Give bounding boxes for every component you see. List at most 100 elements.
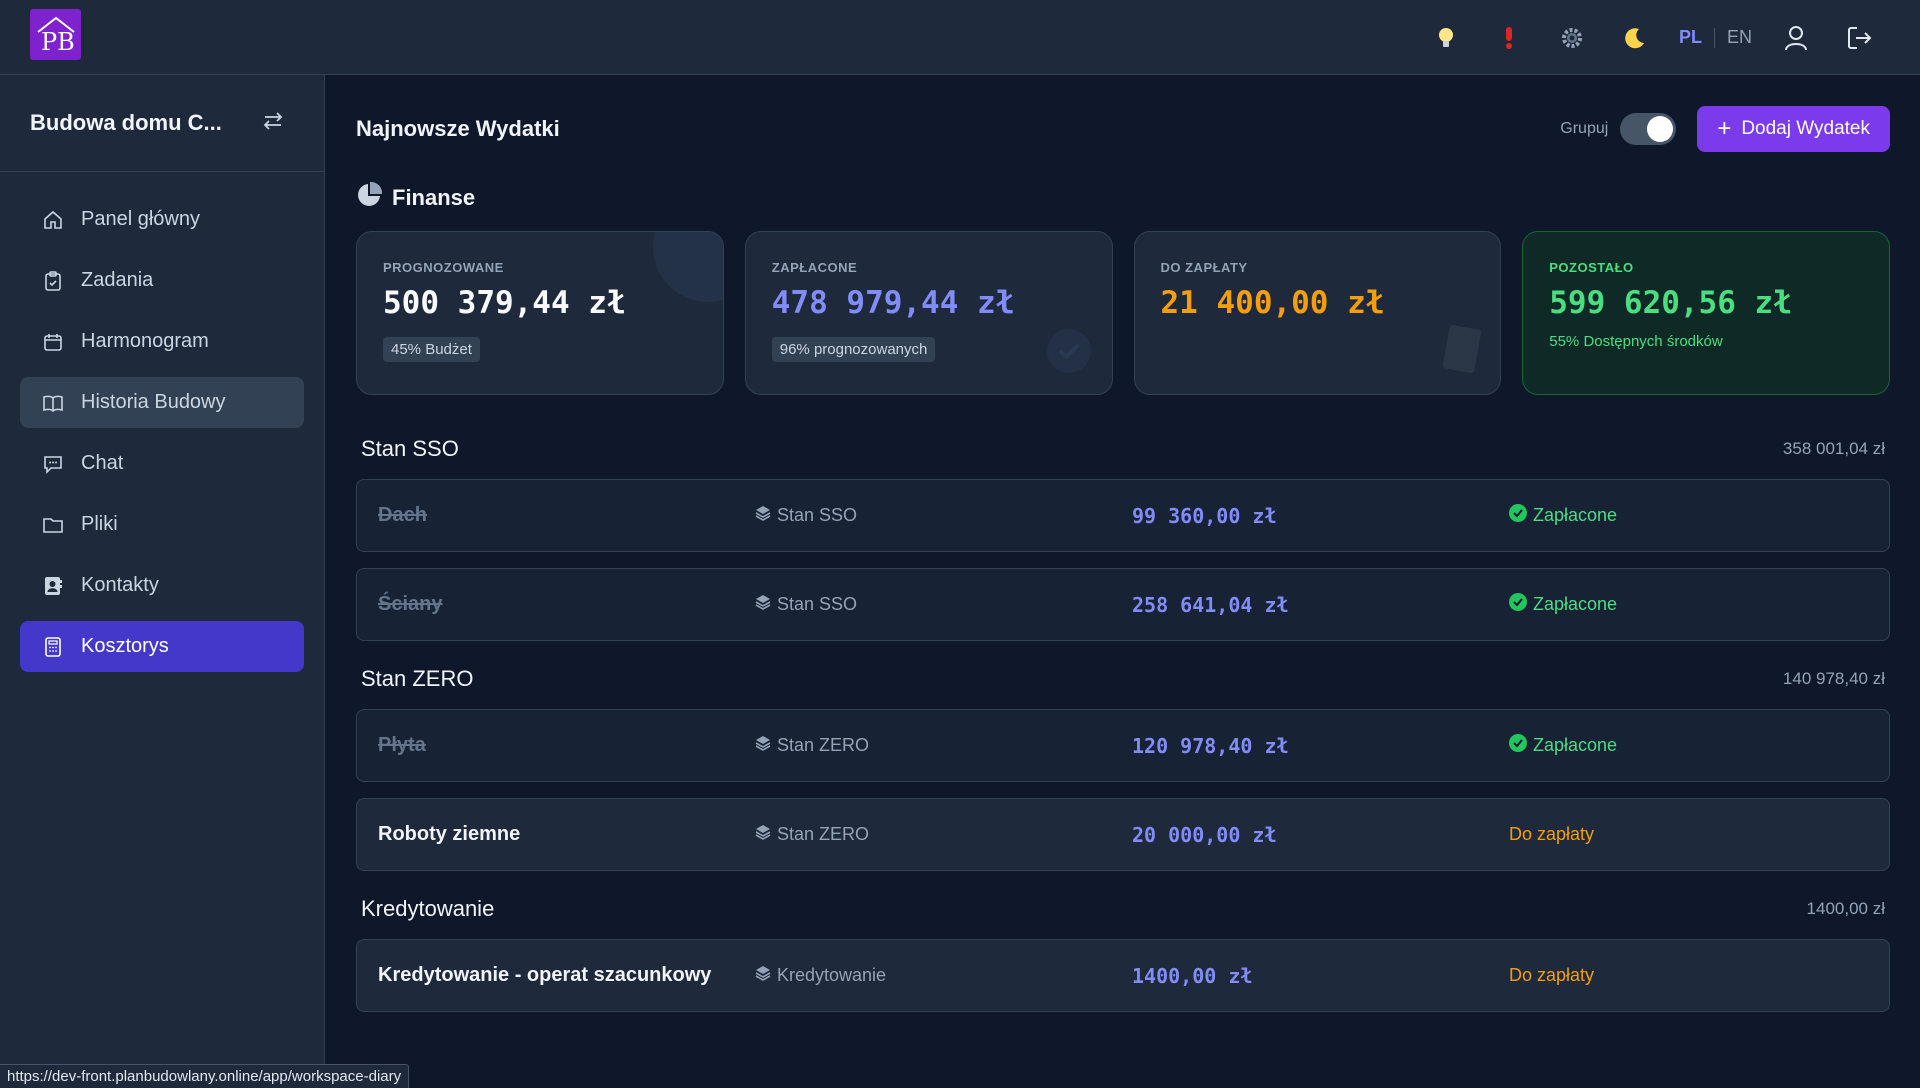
sidebar-item-panel-glowny[interactable]: Panel główny	[20, 194, 304, 245]
sidebar-item-label: Zadania	[81, 269, 154, 291]
project-selector[interactable]: Budowa domu C...	[0, 75, 324, 172]
expense-row[interactable]: Dach Stan SSO 99 360,00 zł Zapłacone	[356, 479, 1890, 552]
sidebar: Budowa domu C... Panel główny Zadania Ha…	[0, 75, 325, 1088]
expense-amount: 1400,00 zł	[1132, 963, 1253, 988]
card-label: PROGNOZOWANE	[383, 260, 504, 275]
top-bar: PB PL EN	[0, 0, 1920, 75]
layers-icon	[755, 824, 771, 845]
sidebar-item-label: Pliki	[81, 513, 118, 535]
expense-category: Stan ZERO	[755, 735, 1132, 756]
alert-icon[interactable]	[1478, 0, 1541, 75]
card-to-pay: DO ZAPŁATY 21 400,00 zł	[1133, 231, 1502, 395]
check-circle-icon	[1509, 504, 1527, 527]
layers-icon	[755, 594, 771, 615]
group-toggle-label: Grupuj	[1560, 120, 1609, 137]
card-badge: 45% Budżet	[383, 337, 480, 362]
group-total: 140 978,40 zł	[1782, 669, 1885, 688]
sidebar-item-harmonogram[interactable]: Harmonogram	[20, 316, 304, 367]
card-forecast: PROGNOZOWANE 500 379,44 zł 45% Budżet	[356, 231, 724, 395]
home-icon	[40, 207, 66, 233]
logout-icon[interactable]	[1827, 0, 1890, 75]
sidebar-item-label: Kontakty	[81, 574, 159, 596]
expense-category: Stan SSO	[755, 594, 1132, 615]
expense-status: Zapłacone	[1509, 593, 1617, 616]
layers-icon	[755, 735, 771, 756]
group-total: 1400,00 zł	[1806, 899, 1885, 918]
expense-category-label: Stan SSO	[777, 594, 858, 614]
sidebar-item-label: Harmonogram	[81, 330, 209, 352]
sidebar-item-chat[interactable]: Chat	[20, 438, 304, 489]
check-circle-icon	[1509, 593, 1527, 616]
moon-icon[interactable]	[1604, 0, 1667, 75]
lightbulb-icon[interactable]	[1415, 0, 1478, 75]
expense-group-sso: Stan SSO 358 001,04 zł Dach Stan SSO 99 …	[356, 435, 1890, 641]
sidebar-item-label: Historia Budowy	[81, 391, 226, 413]
sidebar-item-label: Panel główny	[81, 208, 200, 230]
page-title: Najnowsze Wydatki	[356, 116, 560, 141]
add-expense-button[interactable]: + Dodaj Wydatek	[1697, 106, 1890, 152]
group-name: Kredytowanie	[361, 896, 495, 921]
plus-icon: +	[1717, 115, 1732, 142]
settings-icon[interactable]	[1541, 0, 1604, 75]
calendar-icon	[40, 329, 66, 355]
card-remaining: POZOSTAŁO 599 620,56 zł 55% Dostępnych ś…	[1522, 231, 1890, 395]
card-value: 478 979,44 zł	[771, 285, 1015, 321]
calculator-icon	[40, 634, 66, 660]
svg-text:PB: PB	[41, 28, 75, 56]
clipboard-icon	[40, 268, 66, 294]
sidebar-item-zadania[interactable]: Zadania	[20, 255, 304, 306]
expense-category-label: Kredytowanie	[777, 965, 887, 985]
expense-category: Stan SSO	[755, 505, 1132, 526]
expense-name: Kredytowanie - operat szacunkowy	[378, 964, 712, 986]
sidebar-item-kontakty[interactable]: Kontakty	[20, 560, 304, 611]
folder-icon	[40, 512, 66, 538]
expense-status: Zapłacone	[1509, 504, 1617, 527]
sidebar-item-kosztorys[interactable]: Kosztorys	[20, 621, 304, 672]
expense-category-label: Stan SSO	[777, 505, 858, 525]
expense-row[interactable]: Ściany Stan SSO 258 641,04 zł Zapłacone	[356, 568, 1890, 641]
chat-icon	[40, 451, 66, 477]
expense-amount: 20 000,00 zł	[1132, 822, 1277, 847]
expense-status: Zapłacone	[1509, 734, 1617, 757]
lang-pl[interactable]: PL	[1667, 27, 1714, 48]
expense-category-label: Stan ZERO	[777, 735, 870, 755]
pie-chart-icon	[356, 181, 383, 214]
expense-category: Kredytowanie	[755, 965, 1132, 986]
card-value: 500 379,44 zł	[383, 285, 626, 321]
expense-name: Dach	[378, 504, 427, 526]
finance-title: Finanse	[392, 185, 476, 210]
finance-cards: PROGNOZOWANE 500 379,44 zł 45% Budżet ZA…	[356, 231, 1890, 395]
card-badge: 96% prognozowanych	[771, 337, 936, 362]
check-circle-icon	[1509, 734, 1527, 757]
expense-group-kredytowanie: Kredytowanie 1400,00 zł Kredytowanie - o…	[356, 895, 1890, 1012]
expense-amount: 99 360,00 zł	[1132, 503, 1277, 528]
sidebar-item-pliki[interactable]: Pliki	[20, 499, 304, 550]
expense-row[interactable]: Kredytowanie - operat szacunkowy Kredyto…	[356, 939, 1890, 1012]
check-circle-icon	[1046, 329, 1091, 373]
switch-project-icon[interactable]	[262, 110, 284, 137]
group-name: Stan ZERO	[361, 666, 474, 691]
expense-name: Roboty ziemne	[378, 823, 521, 845]
expense-row[interactable]: Roboty ziemne Stan ZERO 20 000,00 zł Do …	[356, 798, 1890, 871]
expense-name: Ściany	[378, 593, 443, 615]
project-name: Budowa domu C...	[30, 110, 222, 135]
sidebar-item-historia-budowy[interactable]: Historia Budowy	[20, 377, 304, 428]
expense-status: Do zapłaty	[1509, 965, 1595, 985]
lang-en[interactable]: EN	[1715, 27, 1764, 48]
expense-status-label: Zapłacone	[1533, 505, 1618, 525]
expense-category: Stan ZERO	[755, 824, 1132, 845]
expense-row[interactable]: Płyta Stan ZERO 120 978,40 zł Zapłacone	[356, 709, 1890, 782]
expense-name: Płyta	[378, 734, 426, 756]
user-icon[interactable]	[1764, 0, 1827, 75]
expense-group-zero: Stan ZERO 140 978,40 zł Płyta Stan ZERO …	[356, 665, 1890, 871]
contacts-icon	[40, 573, 66, 599]
group-toggle[interactable]	[1620, 113, 1677, 145]
app-logo[interactable]: PB	[30, 9, 81, 60]
expense-category-label: Stan ZERO	[777, 824, 870, 844]
card-value: 599 620,56 zł	[1549, 285, 1792, 321]
card-value: 21 400,00 zł	[1160, 285, 1385, 321]
layers-icon	[755, 965, 771, 986]
link-preview-statusbar: https://dev-front.planbudowlany.online/a…	[0, 1064, 410, 1088]
book-icon	[40, 390, 66, 416]
card-label: ZAPŁACONE	[771, 260, 858, 275]
